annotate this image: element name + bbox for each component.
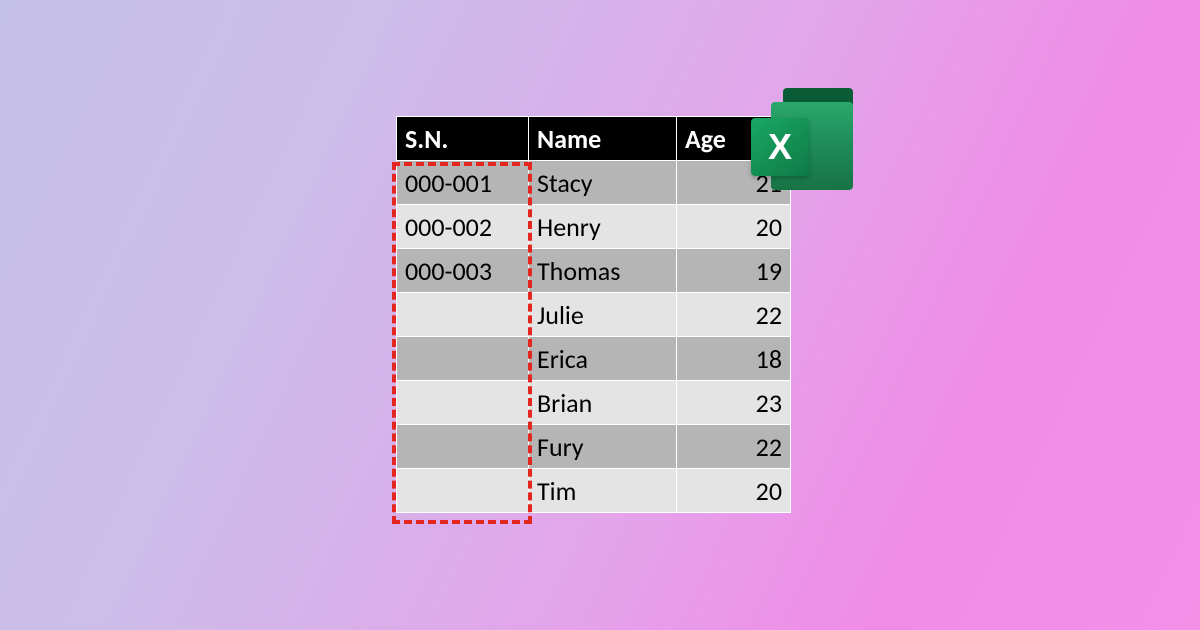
cell-age[interactable]: 22 <box>677 425 791 469</box>
cell-name[interactable]: Henry <box>529 205 677 249</box>
table-row[interactable]: Fury 22 <box>397 425 791 469</box>
table-row[interactable]: 000-001 Stacy 21 <box>397 161 791 205</box>
cell-sn[interactable] <box>397 425 529 469</box>
header-row: S.N. Name Age <box>397 117 791 161</box>
cell-sn[interactable] <box>397 337 529 381</box>
header-name[interactable]: Name <box>529 117 677 161</box>
table-row[interactable]: Tim 20 <box>397 469 791 513</box>
cell-name[interactable]: Stacy <box>529 161 677 205</box>
cell-name[interactable]: Julie <box>529 293 677 337</box>
cell-name[interactable]: Thomas <box>529 249 677 293</box>
cell-age[interactable]: 22 <box>677 293 791 337</box>
table-row[interactable]: Brian 23 <box>397 381 791 425</box>
table-row[interactable]: Julie 22 <box>397 293 791 337</box>
header-sn[interactable]: S.N. <box>397 117 529 161</box>
table-row[interactable]: Erica 18 <box>397 337 791 381</box>
cell-sn[interactable]: 000-001 <box>397 161 529 205</box>
cell-age[interactable]: 20 <box>677 469 791 513</box>
cell-sn[interactable] <box>397 293 529 337</box>
cell-age[interactable]: 23 <box>677 381 791 425</box>
table-row[interactable]: 000-002 Henry 20 <box>397 205 791 249</box>
spreadsheet-stage: S.N. Name Age 000-001 Stacy 21 000-002 H… <box>396 116 791 513</box>
cell-age[interactable]: 20 <box>677 205 791 249</box>
excel-icon: X <box>751 88 861 190</box>
excel-icon-badge: X <box>751 118 809 176</box>
cell-age[interactable]: 19 <box>677 249 791 293</box>
cell-sn[interactable] <box>397 381 529 425</box>
cell-sn[interactable] <box>397 469 529 513</box>
table-row[interactable]: 000-003 Thomas 19 <box>397 249 791 293</box>
cell-name[interactable]: Brian <box>529 381 677 425</box>
cell-name[interactable]: Fury <box>529 425 677 469</box>
cell-sn[interactable]: 000-002 <box>397 205 529 249</box>
cell-age[interactable]: 18 <box>677 337 791 381</box>
data-table: S.N. Name Age 000-001 Stacy 21 000-002 H… <box>396 116 791 513</box>
cell-name[interactable]: Tim <box>529 469 677 513</box>
excel-icon-letter: X <box>768 126 792 168</box>
cell-sn[interactable]: 000-003 <box>397 249 529 293</box>
cell-name[interactable]: Erica <box>529 337 677 381</box>
